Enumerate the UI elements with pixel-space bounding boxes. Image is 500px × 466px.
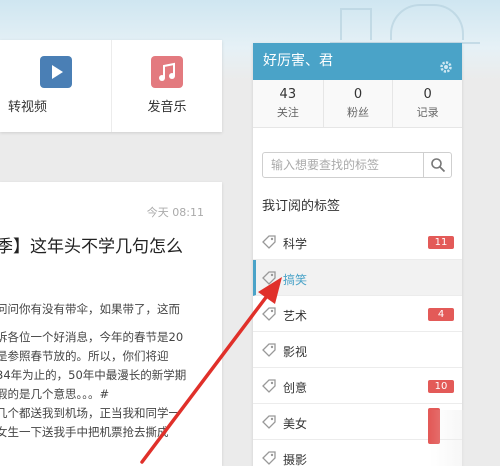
tag-count-badge: 10 <box>428 380 454 393</box>
tag-count-badge: 11 <box>428 236 454 249</box>
post-music-button[interactable]: 发音乐 <box>111 40 222 132</box>
tag-icon <box>262 451 276 465</box>
tag-icon <box>262 343 276 357</box>
bottom-right-fade <box>430 410 500 466</box>
post-paragraph: 诉各位一个好消息，今年的春节是20 <box>0 330 184 344</box>
post-card: 今天 08:11 季】这年头不学几句怎么 问问你有没有带伞，如果带了，这而 诉各… <box>0 182 222 466</box>
tag-item-funny[interactable]: 搞笑 <box>253 260 462 296</box>
repost-video-button[interactable]: 转视频 <box>0 40 111 132</box>
repost-video-label: 转视频 <box>8 100 48 115</box>
tag-item-science[interactable]: 科学 11 <box>253 224 462 260</box>
user-sidebar: 好厉害、君 43 关注 0 粉丝 0 记录 我订阅的 <box>253 43 462 466</box>
tag-label: 影视 <box>283 345 308 359</box>
user-stats: 43 关注 0 粉丝 0 记录 <box>253 80 462 128</box>
post-paragraph: 假的是几个意思。。。# <box>0 387 110 401</box>
search-button[interactable] <box>423 153 451 177</box>
publish-panel: 转视频 发音乐 <box>0 40 222 132</box>
post-music-label: 发音乐 <box>147 100 187 115</box>
post-paragraph: 是参照春节放的。所以，你们将迎 <box>0 349 169 363</box>
post-paragraph: 女生一下送我手中把机票抢去撕成 <box>0 425 169 439</box>
stat-records[interactable]: 0 记录 <box>392 80 462 127</box>
tag-label: 创意 <box>283 381 308 395</box>
tag-icon <box>262 415 276 429</box>
tag-item-creative[interactable]: 创意 10 <box>253 368 462 404</box>
tag-label: 艺术 <box>283 309 308 323</box>
stat-following[interactable]: 43 关注 <box>253 80 323 127</box>
post-paragraph: 几个都送我到机场，正当我和同学一 <box>0 406 180 420</box>
post-title[interactable]: 季】这年头不学几句怎么 <box>0 232 222 257</box>
search-icon <box>431 158 446 173</box>
tag-search-input[interactable] <box>263 153 423 177</box>
stat-label: 关注 <box>276 106 299 119</box>
tag-label: 科学 <box>283 237 308 251</box>
stat-value: 0 <box>353 87 363 102</box>
tag-icon <box>262 271 276 285</box>
stat-label: 粉丝 <box>346 106 369 119</box>
post-paragraph: 34年为止的，50年中最漫长的新学期 <box>0 368 187 382</box>
tag-label: 搞笑 <box>283 273 308 287</box>
post-timestamp: 今天 08:11 <box>146 206 204 219</box>
banner-illustration <box>330 0 480 44</box>
stat-value: 43 <box>279 87 297 102</box>
video-play-icon <box>39 56 72 88</box>
tag-search-box <box>262 152 452 178</box>
stat-value: 0 <box>423 87 432 102</box>
tag-icon <box>262 379 276 393</box>
username-link[interactable]: 好厉害、君 <box>263 53 333 69</box>
post-paragraph: 问问你有没有带伞，如果带了，这而 <box>0 302 180 316</box>
tag-icon <box>262 235 276 249</box>
subscribed-tags-heading: 我订阅的标签 <box>262 199 341 214</box>
user-header: 好厉害、君 <box>253 43 462 80</box>
music-note-icon <box>151 56 183 88</box>
tag-item-film[interactable]: 影视 <box>253 332 462 368</box>
tag-label: 摄影 <box>283 453 308 466</box>
tag-label: 美女 <box>283 417 308 431</box>
tag-icon <box>262 307 276 321</box>
stat-followers[interactable]: 0 粉丝 <box>322 80 393 127</box>
stat-label: 记录 <box>416 106 439 119</box>
tag-count-badge: 4 <box>428 308 454 321</box>
gear-icon[interactable] <box>438 53 454 73</box>
post-body: 问问你有没有带伞，如果带了，这而 诉各位一个好消息，今年的春节是20 是参照春节… <box>0 300 222 442</box>
tag-item-art[interactable]: 艺术 4 <box>253 296 462 332</box>
